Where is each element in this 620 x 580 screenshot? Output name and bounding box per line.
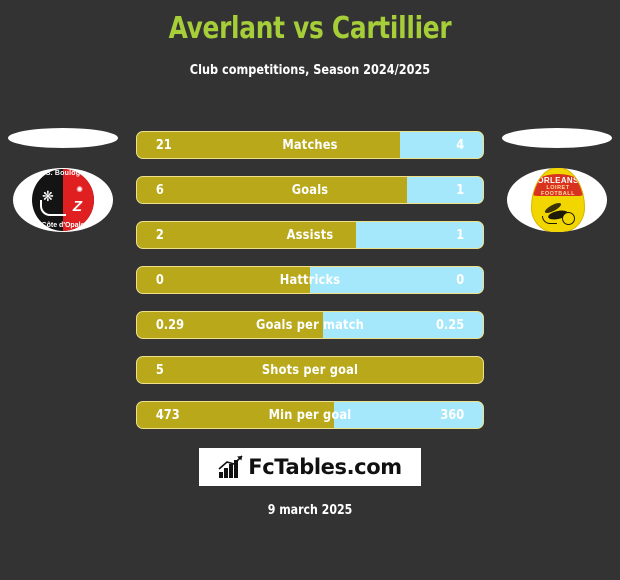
crest-swoosh-icon <box>40 200 66 216</box>
fctables-brand-text: FcTables.com <box>248 455 402 479</box>
stat-row: 0.29 Goals per match 0.25 <box>136 311 484 339</box>
stat-away-value: 0 <box>456 272 465 288</box>
wasp-leg <box>542 216 557 224</box>
stat-row-text: 0 Hattricks 0 <box>147 267 472 293</box>
stat-row-text: 2 Assists 1 <box>147 222 472 248</box>
stat-away-value: 1 <box>456 182 465 198</box>
stat-home-value: 2 <box>155 227 164 243</box>
stat-row: 0 Hattricks 0 <box>136 266 484 294</box>
stat-home-value: 473 <box>155 407 180 423</box>
stat-row-text: 0.29 Goals per match 0.25 <box>147 312 472 338</box>
stat-label: Min per goal <box>268 407 352 423</box>
stat-label: Shots per goal <box>261 362 359 378</box>
away-crest-name-3: FOOTBALL <box>541 191 575 197</box>
stat-label: Assists <box>286 227 334 243</box>
home-crest-name-top: S. Boulog <box>45 170 81 177</box>
crest-z-icon: Z <box>72 198 82 215</box>
stat-away-value: 4 <box>456 137 465 153</box>
stat-row-text: 21 Matches 4 <box>147 132 472 158</box>
wasp-emblem-icon <box>540 201 576 226</box>
page-subtitle: Club competitions, Season 2024/2025 <box>189 62 431 78</box>
stat-comparison-page: Averlant vs Cartillier Club competitions… <box>0 0 620 580</box>
stat-label: Matches <box>282 137 338 153</box>
stat-label: Hattricks <box>279 272 341 288</box>
stat-row: 473 Min per goal 360 <box>136 401 484 429</box>
stat-label: Goals <box>291 182 329 198</box>
logo-ellipse-decoration-right <box>502 128 612 148</box>
home-team-logo: S. Boulog ❋ ✺ Z Côte d'Opale <box>8 128 118 232</box>
stat-home-value: 0 <box>155 272 164 288</box>
stat-home-value: 21 <box>155 137 172 153</box>
page-title: Averlant vs Cartillier <box>168 11 452 46</box>
stat-bars-list: 21 Matches 4 6 Goals 1 2 Assists 1 0 Hattricks 0 0.2… <box>136 131 484 446</box>
stat-row: 21 Matches 4 <box>136 131 484 159</box>
football-icon <box>562 212 575 225</box>
stat-home-value: 6 <box>155 182 164 198</box>
away-team-logo: ORLEANS LOIRET FOOTBALL <box>502 128 612 232</box>
logo-ellipse-decoration-left <box>8 128 118 148</box>
bar-chart-trend-icon <box>218 455 243 478</box>
stat-row: 2 Assists 1 <box>136 221 484 249</box>
away-crest-name-1: ORLEANS <box>537 176 579 185</box>
stat-away-value: 1 <box>456 227 465 243</box>
crest-small-mark-icon: ✺ <box>76 185 83 194</box>
orleans-crest-icon: ORLEANS LOIRET FOOTBALL <box>531 168 585 232</box>
away-team-crest-backdrop: ORLEANS LOIRET FOOTBALL <box>507 168 607 232</box>
report-date: 9 march 2025 <box>267 503 353 518</box>
fctables-logo[interactable]: FcTables.com <box>199 448 421 486</box>
boulogne-crest-icon: S. Boulog ❋ ✺ Z Côte d'Opale <box>32 169 94 231</box>
stat-row: 5 Shots per goal <box>136 356 484 384</box>
stat-home-value: 5 <box>155 362 164 378</box>
stat-away-value: 0.25 <box>435 317 465 333</box>
stat-row-text: 5 Shots per goal <box>147 357 472 383</box>
home-team-crest-backdrop: S. Boulog ❋ ✺ Z Côte d'Opale <box>13 168 113 232</box>
stat-row-text: 473 Min per goal 360 <box>147 402 472 428</box>
stat-row-text: 6 Goals 1 <box>147 177 472 203</box>
stat-home-value: 0.29 <box>155 317 185 333</box>
stat-label: Goals per match <box>256 317 364 333</box>
home-crest-name-bottom: Côte d'Opale <box>41 222 85 229</box>
stat-away-value: 360 <box>440 407 465 423</box>
stat-row: 6 Goals 1 <box>136 176 484 204</box>
